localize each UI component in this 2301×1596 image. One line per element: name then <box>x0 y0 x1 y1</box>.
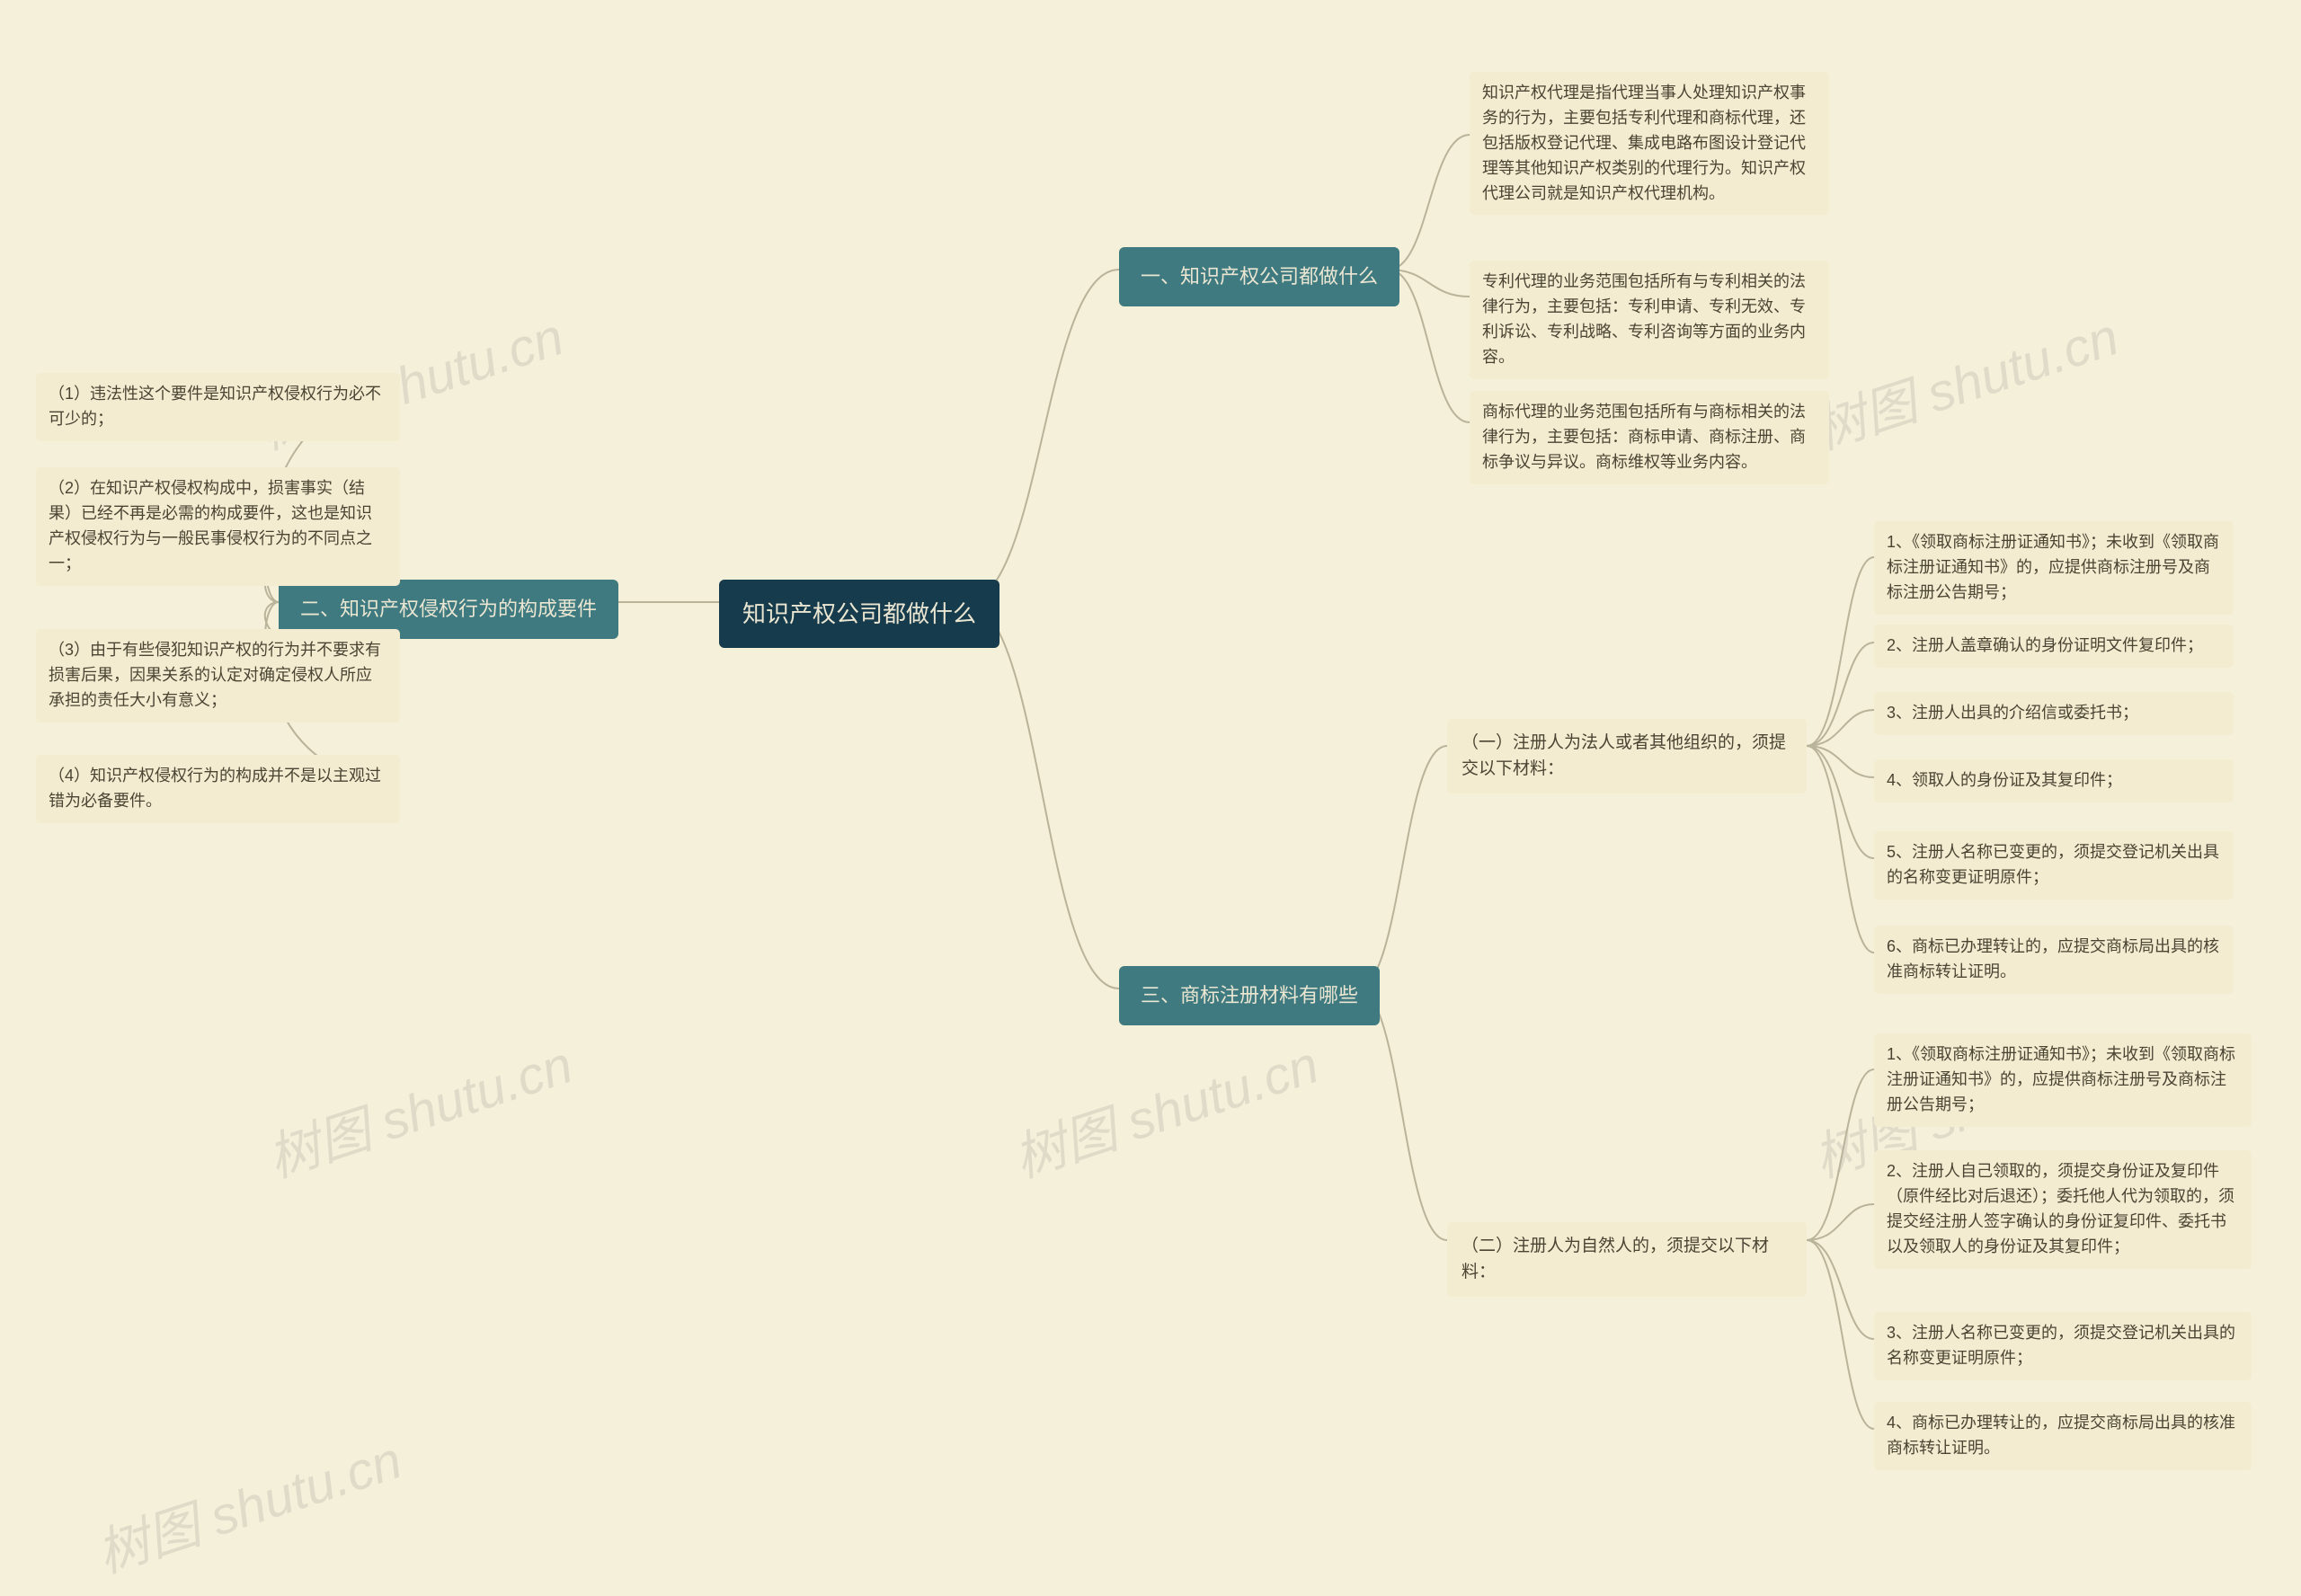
branch-3-sub-1-leaf-2: 2、注册人盖章确认的身份证明文件复印件； <box>1874 625 2234 668</box>
branch-3-sub-2-leaf-4: 4、商标已办理转让的，应提交商标局出具的核准商标转让证明。 <box>1874 1402 2252 1470</box>
root-node[interactable]: 知识产权公司都做什么 <box>719 580 999 648</box>
branch-1[interactable]: 一、知识产权公司都做什么 <box>1119 247 1399 306</box>
branch-3-sub-1-leaf-3: 3、注册人出具的介绍信或委托书； <box>1874 692 2234 735</box>
branch-2-leaf-1: （1）违法性这个要件是知识产权侵权行为必不可少的； <box>36 373 400 441</box>
branch-3-sub-1[interactable]: （一）注册人为法人或者其他组织的，须提交以下材料： <box>1447 719 1807 794</box>
branch-3-sub-2-leaf-1: 1、《领取商标注册证通知书》；未收到《领取商标注册证通知书》的，应提供商标注册号… <box>1874 1033 2252 1127</box>
watermark: 树图 shutu.cn <box>1803 295 2127 464</box>
branch-3-sub-1-leaf-1: 1、《领取商标注册证通知书》；未收到《领取商标注册证通知书》的，应提供商标注册号… <box>1874 521 2234 615</box>
branch-2-leaf-3: （3）由于有些侵犯知识产权的行为并不要求有损害后果，因果关系的认定对确定侵权人所… <box>36 629 400 723</box>
branch-3-sub-2[interactable]: （二）注册人为自然人的，须提交以下材料： <box>1447 1222 1807 1297</box>
branch-3-sub-1-leaf-5: 5、注册人名称已变更的，须提交登记机关出具的名称变更证明原件； <box>1874 831 2234 900</box>
watermark: 树图 shutu.cn <box>1003 1023 1327 1192</box>
branch-3[interactable]: 三、商标注册材料有哪些 <box>1119 966 1380 1025</box>
branch-2-leaf-2: （2）在知识产权侵权构成中，损害事实（结果）已经不再是必需的构成要件，这也是知识… <box>36 467 400 586</box>
watermark: 树图 shutu.cn <box>257 1023 581 1192</box>
branch-2-leaf-4: （4）知识产权侵权行为的构成并不是以主观过错为必备要件。 <box>36 755 400 823</box>
branch-3-sub-2-leaf-2: 2、注册人自己领取的，须提交身份证及复印件（原件经比对后退还）；委托他人代为领取… <box>1874 1150 2252 1269</box>
branch-3-sub-1-leaf-4: 4、领取人的身份证及其复印件； <box>1874 759 2234 802</box>
branch-3-sub-1-leaf-6: 6、商标已办理转让的，应提交商标局出具的核准商标转让证明。 <box>1874 926 2234 994</box>
branch-1-leaf-1: 知识产权代理是指代理当事人处理知识产权事务的行为，主要包括专利代理和商标代理，还… <box>1470 72 1829 215</box>
branch-1-leaf-3: 商标代理的业务范围包括所有与商标相关的法律行为，主要包括：商标申请、商标注册、商… <box>1470 391 1829 484</box>
branch-3-sub-2-leaf-3: 3、注册人名称已变更的，须提交登记机关出具的名称变更证明原件； <box>1874 1312 2252 1380</box>
branch-1-leaf-2: 专利代理的业务范围包括所有与专利相关的法律行为，主要包括：专利申请、专利无效、专… <box>1470 261 1829 379</box>
watermark: 树图 shutu.cn <box>86 1418 410 1587</box>
